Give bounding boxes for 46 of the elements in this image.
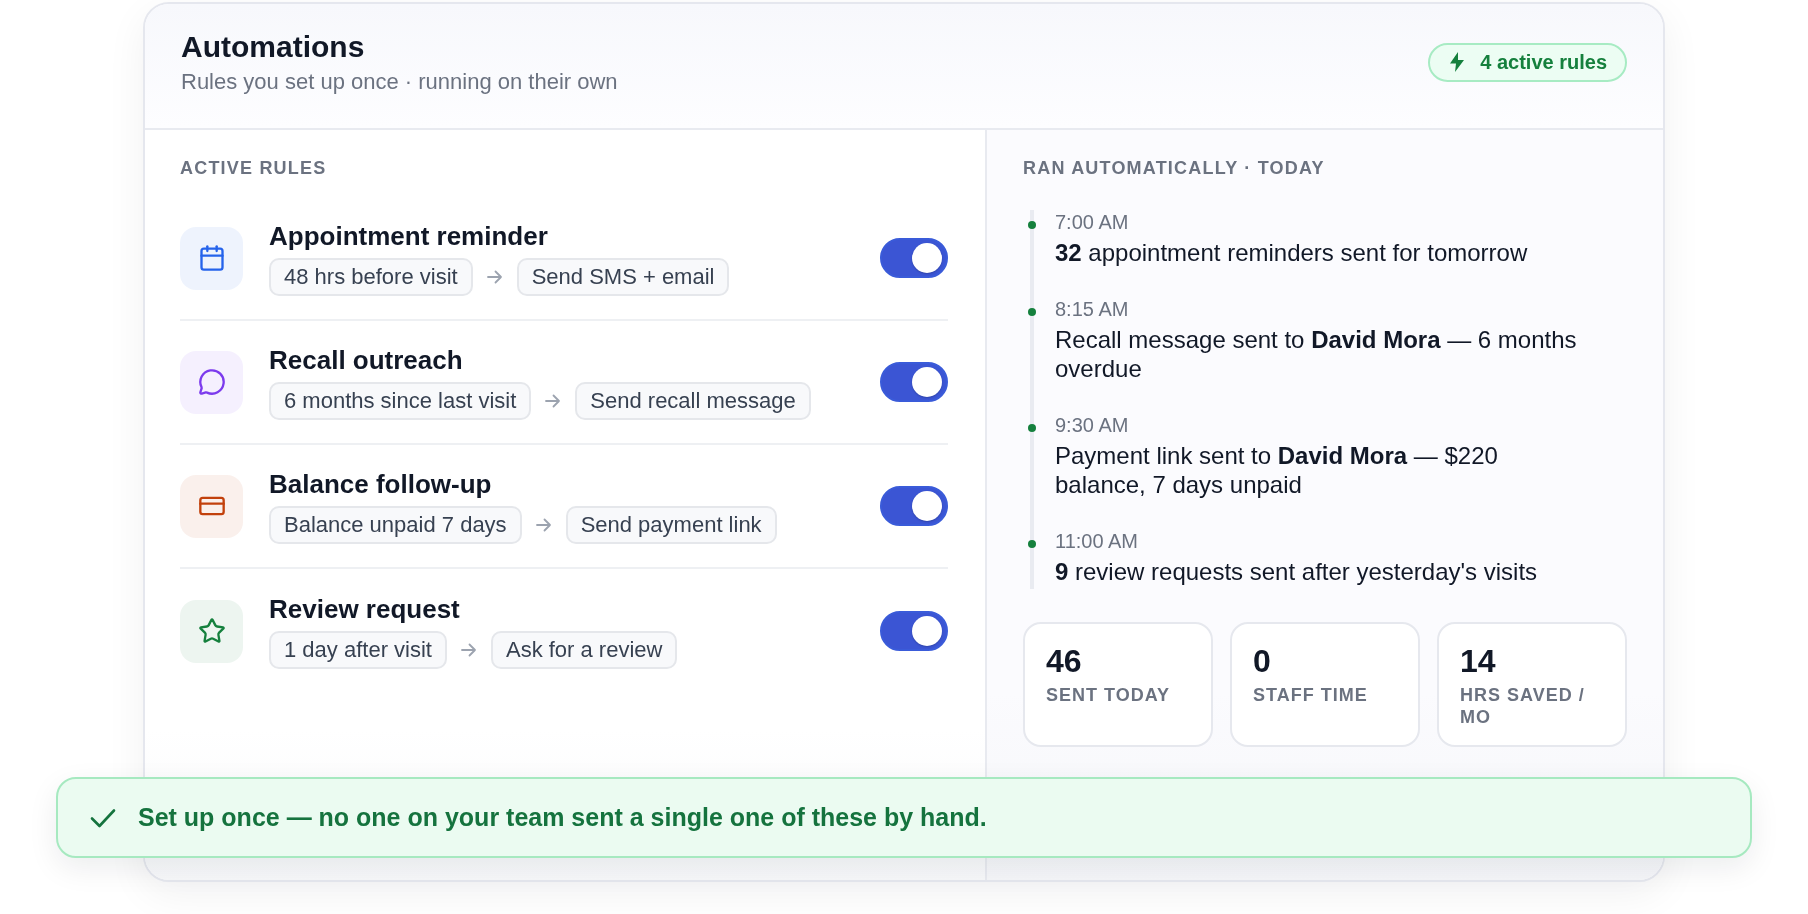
event-time: 9:30 AM [1055, 413, 1130, 437]
check-icon [90, 807, 116, 828]
stat-value: 0 [1253, 642, 1272, 680]
arrow-icon [545, 394, 562, 408]
page-title: Automations [181, 29, 366, 65]
toggle-switch[interactable] [880, 611, 948, 651]
trigger-tag: 6 months since last visit [269, 382, 532, 420]
arrow-icon [535, 518, 552, 532]
event-time: 11:00 AM [1055, 529, 1140, 553]
active-rules-count: 4 active rules [1480, 50, 1607, 74]
banner-text: Set up once — no one on your team sent a single one of these by hand. [138, 803, 987, 832]
action-tag: Ask for a review [490, 631, 678, 669]
trigger-tag: 48 hrs before visit [269, 258, 473, 296]
action-tag: Send recall message [575, 382, 811, 420]
arrow-icon [460, 643, 477, 657]
dot-icon [1028, 221, 1036, 229]
event-description: Recall message sent to David Mora — 6 months overdue [1055, 325, 1578, 383]
arrow-icon [486, 270, 503, 284]
event-description: 32 appointment reminders sent for tomorrow [1055, 238, 1529, 267]
trigger-tag: Balance unpaid 7 days [269, 506, 522, 544]
trigger-tag: 1 day after visit [269, 631, 447, 669]
rule-title: Review request [269, 593, 461, 625]
page-subtitle: Rules you set up once · running on their own [181, 68, 618, 96]
stat-label: SENT TODAY [1046, 684, 1172, 706]
event-description: Payment link sent to David Mora — $220 balance, 7 days unpaid [1055, 441, 1499, 499]
lightning-icon [1450, 52, 1465, 72]
rule-title: Balance follow-up [269, 468, 493, 500]
event-time: 8:15 AM [1055, 297, 1130, 321]
rule-title: Appointment reminder [269, 220, 549, 252]
stat-label: HRS SAVED / MO [1460, 684, 1586, 728]
action-tag: Send payment link [565, 506, 777, 544]
toggle-switch[interactable] [880, 486, 948, 526]
section-heading: RAN AUTOMATICALLY · TODAY [1023, 157, 1326, 179]
dot-icon [1028, 540, 1036, 548]
section-heading: ACTIVE RULES [180, 157, 328, 179]
event-time: 7:00 AM [1055, 210, 1130, 234]
rule-title: Recall outreach [269, 344, 464, 376]
toggle-switch[interactable] [880, 238, 948, 278]
stat-label: STAFF TIME [1253, 684, 1369, 706]
dot-icon [1028, 424, 1036, 432]
action-tag: Send SMS + email [516, 258, 730, 296]
event-description: 9 review requests sent after yesterday's visits [1055, 557, 1539, 586]
toggle-switch[interactable] [880, 362, 948, 402]
dot-icon [1028, 308, 1036, 316]
stat-value: 14 [1460, 642, 1497, 680]
stat-value: 46 [1046, 642, 1083, 680]
